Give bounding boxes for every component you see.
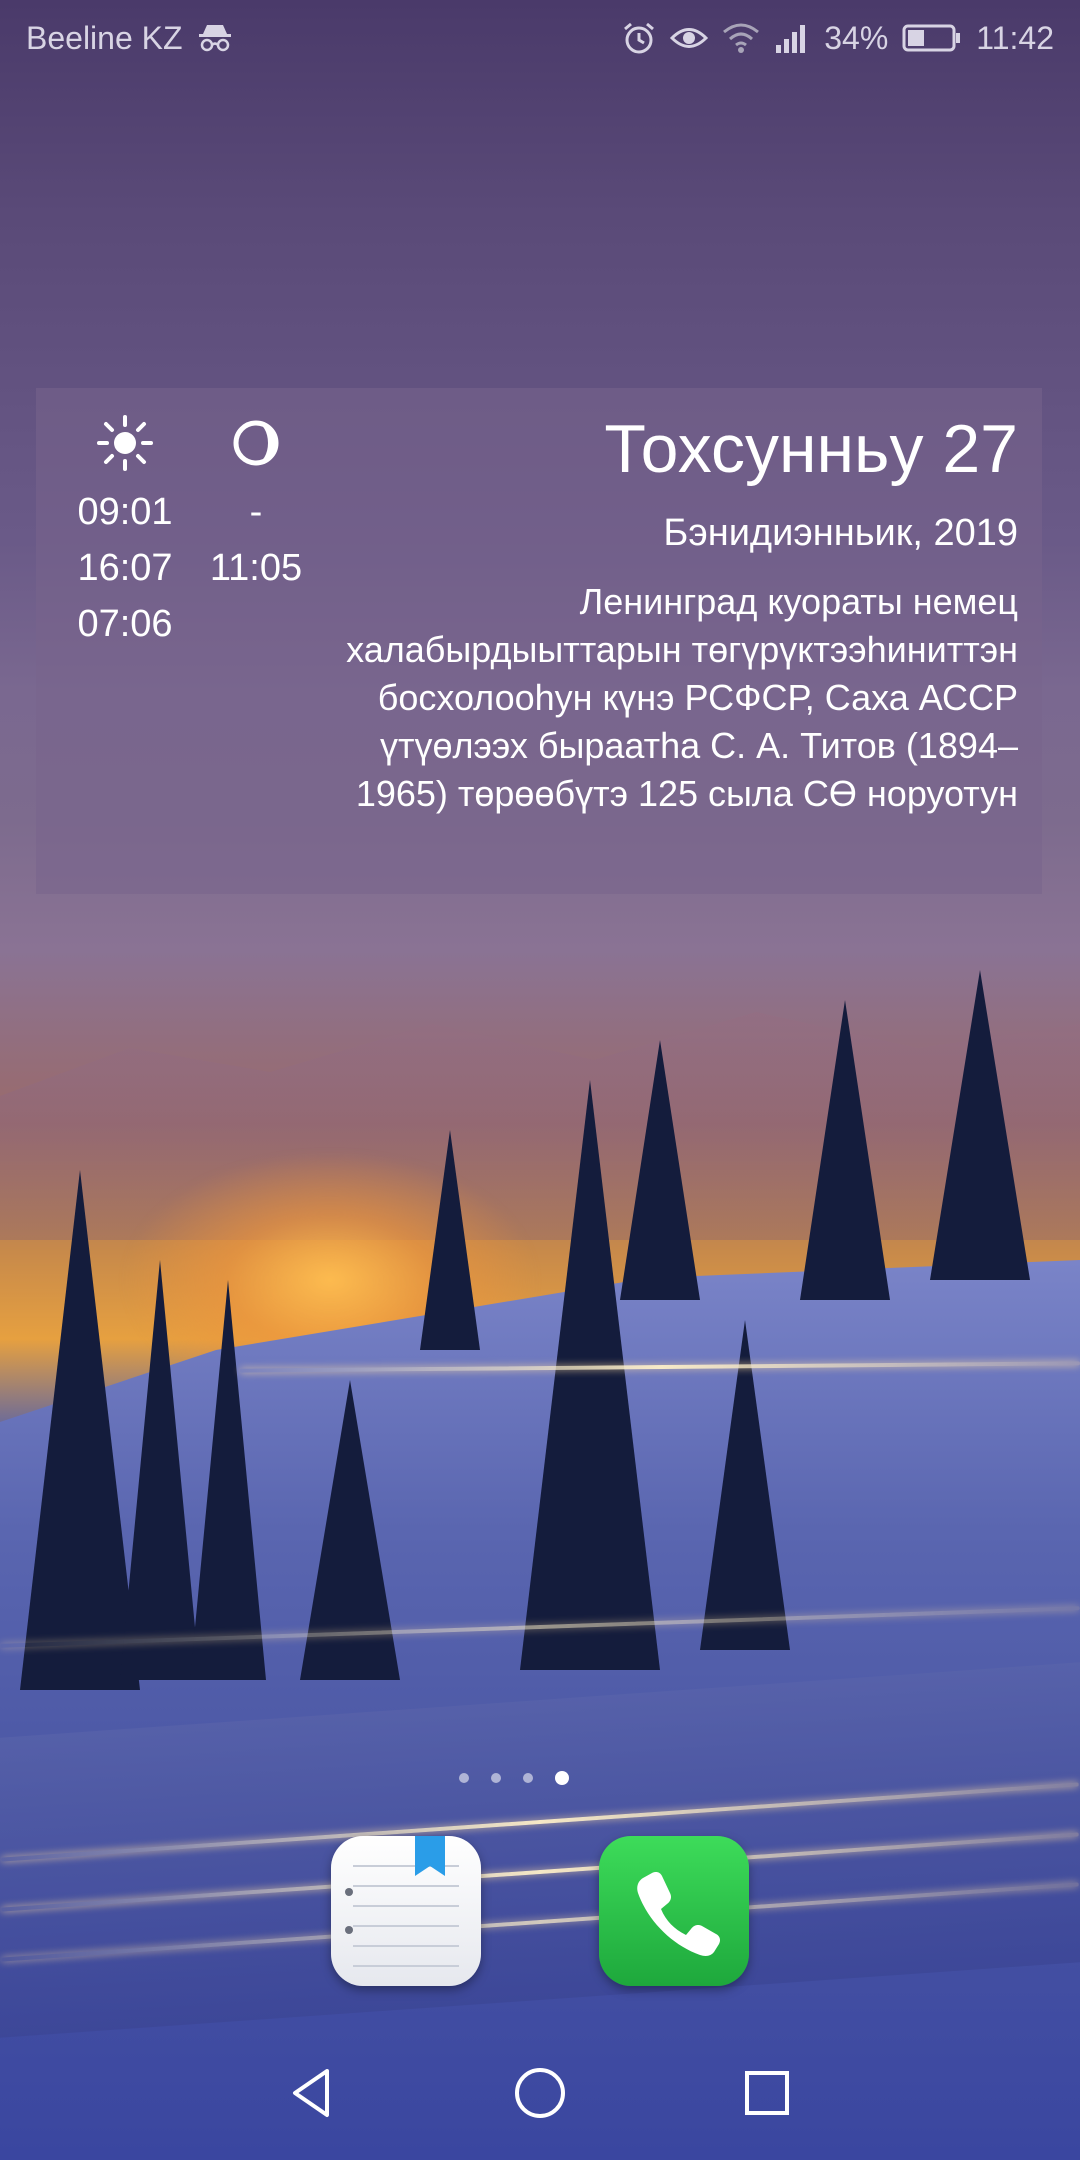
wallpaper-tree — [620, 1040, 700, 1300]
moon-times-column: - 11:05 — [186, 408, 326, 596]
sun-icon — [60, 408, 190, 478]
moonrise-time: - — [249, 491, 263, 533]
page-dot[interactable] — [491, 1773, 501, 1783]
wallpaper-tree — [190, 1280, 266, 1680]
day-length: 07:06 — [77, 603, 173, 645]
clock-time: 11:42 — [976, 19, 1054, 56]
wifi-icon — [722, 22, 760, 54]
recents-button[interactable] — [722, 2050, 812, 2140]
page-dot[interactable] — [459, 1773, 469, 1783]
date-title: Тохсунньу 27 — [604, 411, 1018, 487]
recents-icon — [739, 2065, 795, 2126]
wallpaper-tree — [120, 1260, 200, 1680]
battery-percent: 34% — [824, 19, 889, 56]
status-bar: Beeline KZ 34% 11:42 — [0, 0, 1080, 76]
status-left: Beeline KZ — [26, 20, 233, 57]
carrier-name: Beeline KZ — [26, 19, 183, 56]
incognito-icon — [197, 22, 233, 54]
page-dot[interactable] — [523, 1773, 533, 1783]
navigation-bar — [0, 2040, 1080, 2150]
status-right: 34% 11:42 — [622, 20, 1054, 57]
event-description: Ленинград куораты немец халабырдыыттарын… — [346, 581, 1018, 814]
wallpaper-tree — [800, 1000, 890, 1300]
back-button[interactable] — [268, 2050, 358, 2140]
phone-icon — [626, 1863, 722, 1959]
signal-icon — [774, 23, 810, 53]
back-icon — [285, 2065, 341, 2126]
phone-app[interactable] — [599, 1836, 749, 1986]
alarm-icon — [622, 21, 656, 55]
notes-app[interactable] — [331, 1836, 481, 1986]
home-button[interactable] — [495, 2050, 585, 2140]
wallpaper-tree — [930, 970, 1030, 1280]
eye-icon — [670, 23, 709, 53]
page-dot-active[interactable] — [555, 1771, 569, 1785]
home-icon — [512, 2065, 568, 2126]
calendar-widget[interactable]: 09:01 16:07 07:06 - 11:05 Тохсунньу 27 Б… — [36, 388, 1042, 894]
notebook-icon — [331, 1836, 481, 1986]
wallpaper-tree — [420, 1130, 480, 1350]
app-dock — [0, 1836, 1080, 1986]
sunset-time: 16:07 — [77, 547, 173, 589]
sun-times-column: 09:01 16:07 07:06 — [60, 408, 190, 652]
page-indicator — [0, 1768, 1080, 1788]
sunrise-time: 09:01 — [77, 491, 173, 533]
date-weekday-year: Бэнидиэнньик, 2019 — [663, 512, 1018, 554]
wallpaper-tree — [700, 1320, 790, 1650]
moon-phase-icon — [186, 408, 326, 478]
home-screen: Beeline KZ 34% 11:42 09:01 16:07 07:06 -… — [0, 0, 1080, 2160]
moonset-time: 11:05 — [209, 547, 303, 589]
battery-icon — [902, 23, 962, 53]
